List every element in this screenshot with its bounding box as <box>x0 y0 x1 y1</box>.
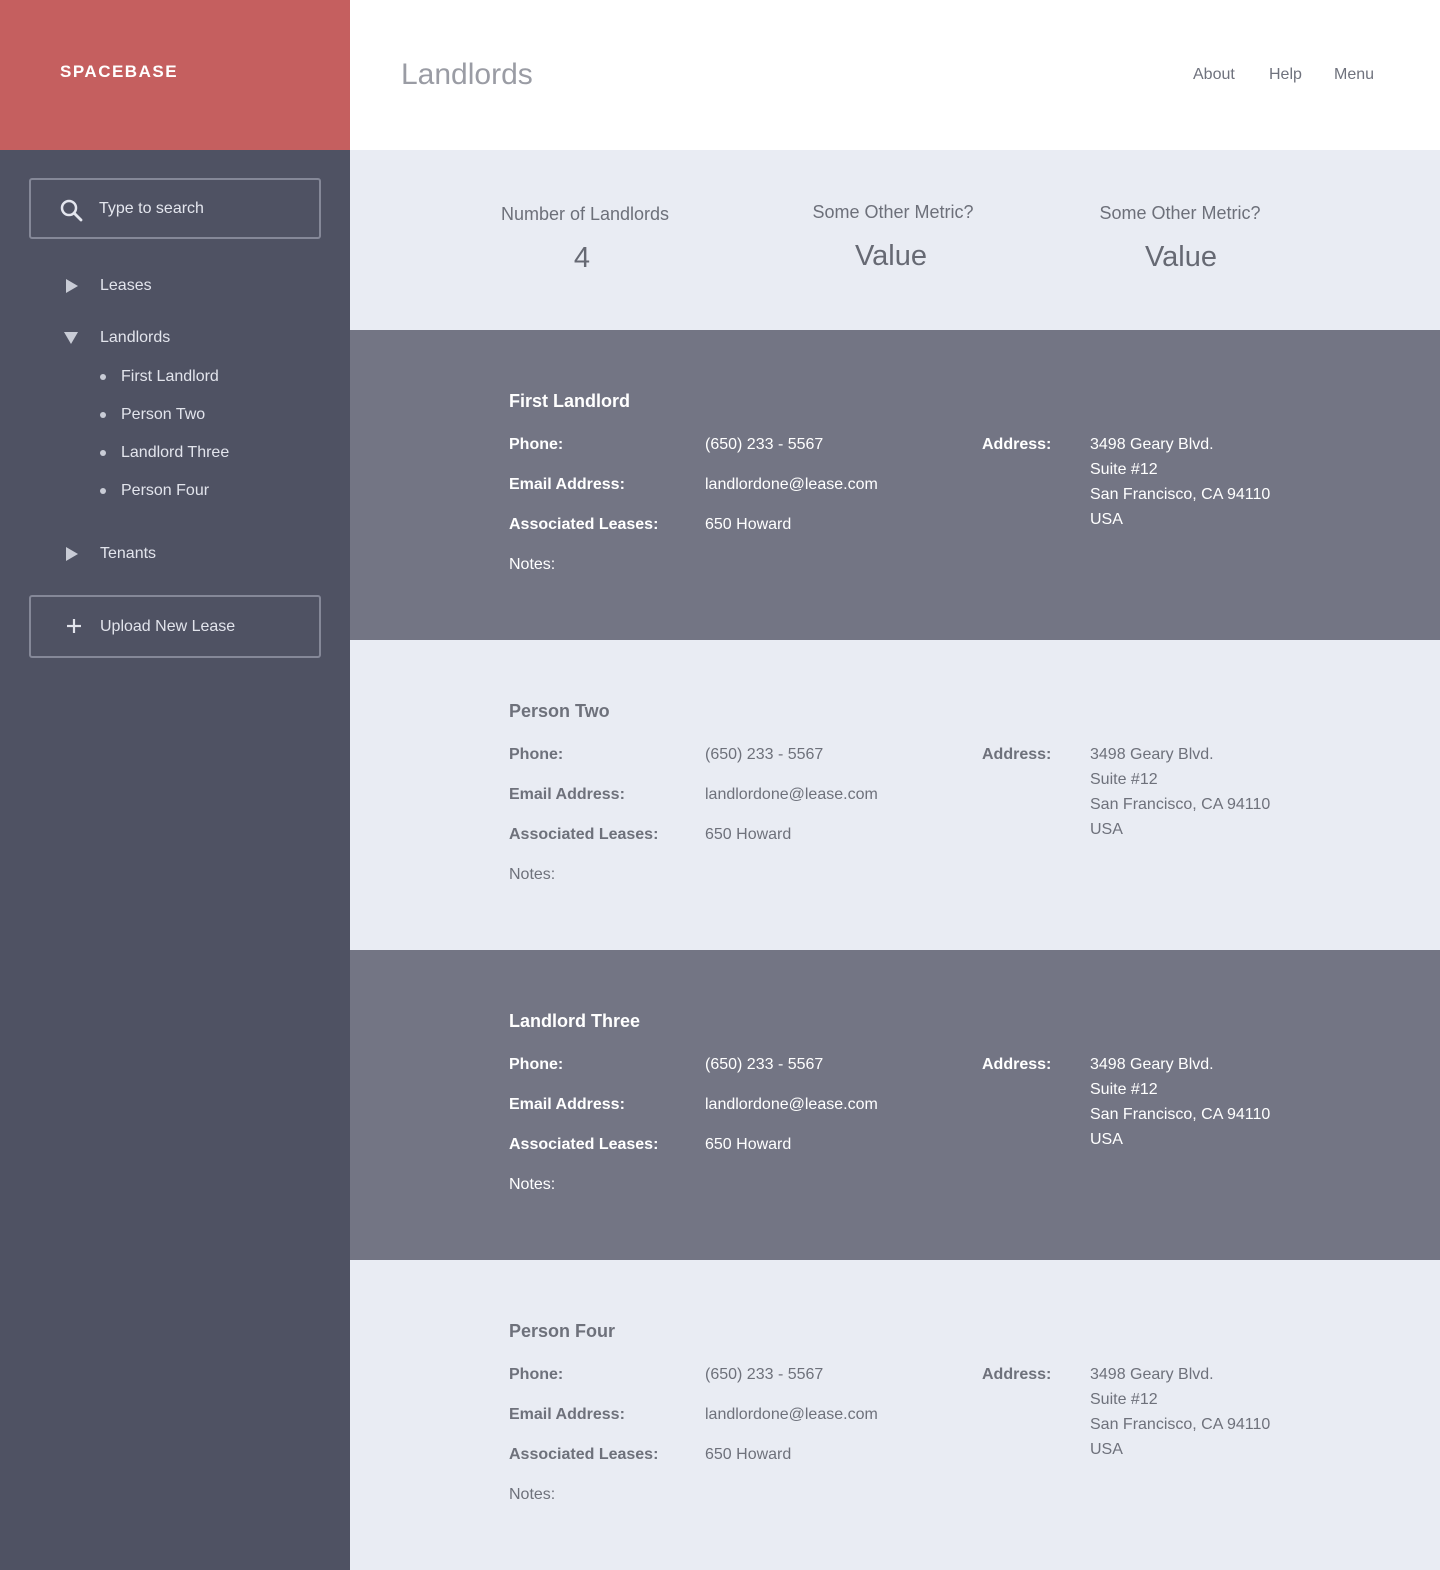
bullet-icon <box>100 488 106 494</box>
email-label: Email Address: <box>509 476 625 493</box>
leases-value[interactable]: 650 Howard <box>705 826 791 844</box>
address-line: 3498 Geary Blvd. <box>1090 746 1214 763</box>
landlord-card: Landlord Three Phone: (650) 233 - 5567 E… <box>350 950 1440 1260</box>
address-label: Address: <box>982 1056 1052 1073</box>
email-value[interactable]: landlordone@lease.com <box>705 1406 878 1424</box>
metric-value: 4 <box>573 242 591 274</box>
phone-label: Phone: <box>509 1366 564 1383</box>
landlord-name[interactable]: Person Two <box>509 701 610 722</box>
address-line: 3498 Geary Blvd. <box>1090 1366 1214 1383</box>
search-box[interactable] <box>29 178 321 239</box>
metric-label: Number of Landlords <box>500 204 670 224</box>
phone-value: (650) 233 - 5567 <box>705 746 824 763</box>
phone-value: (650) 233 - 5567 <box>705 1056 824 1073</box>
landlord-card: First Landlord Phone: (650) 233 - 5567 E… <box>350 330 1440 640</box>
sidebar-subitem-person-four[interactable]: Person Four <box>0 478 350 504</box>
notes-label: Notes: <box>509 866 556 883</box>
sidebar-item-tenants[interactable]: Tenants <box>0 539 350 569</box>
search-input[interactable] <box>99 197 299 221</box>
sidebar-subitem-label: Landlord Three <box>121 444 230 461</box>
address-line: USA <box>1090 1131 1123 1148</box>
notes-label: Notes: <box>509 556 556 573</box>
sidebar-subitem-first-landlord[interactable]: First Landlord <box>0 364 350 390</box>
bullet-icon <box>100 450 106 456</box>
address-line: San Francisco, CA 94110 <box>1090 1416 1271 1433</box>
metrics-summary: Number of Landlords 4 Some Other Metric?… <box>350 150 1440 330</box>
leases-label: Associated Leases: <box>509 516 659 533</box>
brand-header: SPACEBASE <box>0 0 350 150</box>
notes-label: Notes: <box>509 1486 556 1503</box>
leases-label: Associated Leases: <box>509 1446 659 1463</box>
address-line: San Francisco, CA 94110 <box>1090 486 1271 503</box>
notes-label: Notes: <box>509 1176 556 1193</box>
phone-label: Phone: <box>509 746 564 763</box>
phone-value: (650) 233 - 5567 <box>705 1366 824 1383</box>
address-line: San Francisco, CA 94110 <box>1090 796 1271 813</box>
address-line: Suite #12 <box>1090 461 1158 478</box>
email-value[interactable]: landlordone@lease.com <box>705 476 878 494</box>
nav-link-about[interactable]: About <box>1193 66 1235 84</box>
leases-label: Associated Leases: <box>509 826 659 843</box>
address-label: Address: <box>982 746 1052 763</box>
leases-value[interactable]: 650 Howard <box>705 1136 791 1154</box>
phone-label: Phone: <box>509 1056 564 1073</box>
address-label: Address: <box>982 1366 1052 1383</box>
bullet-icon <box>100 412 106 418</box>
email-label: Email Address: <box>509 1096 625 1113</box>
sidebar-item-label: Tenants <box>100 545 157 562</box>
page-title: Landlords <box>401 58 533 91</box>
address-line: USA <box>1090 1441 1123 1458</box>
upload-button-label: Upload New Lease <box>100 618 236 635</box>
plus-icon <box>67 619 81 633</box>
email-value[interactable]: landlordone@lease.com <box>705 786 878 804</box>
email-label: Email Address: <box>509 786 625 803</box>
sidebar-subitem-label: First Landlord <box>121 368 219 385</box>
brand-logo[interactable]: SPACEBASE <box>60 62 178 82</box>
landlord-name[interactable]: Person Four <box>509 1321 615 1342</box>
landlord-card: Person Four Phone: (650) 233 - 5567 Emai… <box>350 1260 1440 1570</box>
sidebar-item-leases[interactable]: Leases <box>0 271 350 301</box>
leases-label: Associated Leases: <box>509 1136 659 1153</box>
metric-label: Some Other Metric? <box>1099 203 1261 223</box>
metric-value: Value <box>854 240 928 272</box>
sidebar-subitem-person-two[interactable]: Person Two <box>0 402 350 428</box>
email-value[interactable]: landlordone@lease.com <box>705 1096 878 1114</box>
address-line: 3498 Geary Blvd. <box>1090 1056 1214 1073</box>
address-line: Suite #12 <box>1090 1081 1158 1098</box>
upload-new-lease-button[interactable]: Upload New Lease <box>29 595 321 658</box>
nav-link-help[interactable]: Help <box>1269 66 1302 84</box>
leases-value[interactable]: 650 Howard <box>705 516 791 534</box>
metric-value: Value <box>1144 241 1218 273</box>
address-line: 3498 Geary Blvd. <box>1090 436 1214 453</box>
sidebar-item-label: Landlords <box>100 329 171 346</box>
sidebar-item-label: Leases <box>100 277 152 294</box>
triangle-right-icon <box>66 547 78 561</box>
bullet-icon <box>100 374 106 380</box>
metric-label: Some Other Metric? <box>812 202 974 222</box>
landlord-card: Person Two Phone: (650) 233 - 5567 Email… <box>350 640 1440 950</box>
nav-link-menu[interactable]: Menu <box>1334 66 1374 84</box>
phone-label: Phone: <box>509 436 564 453</box>
sidebar-subitem-label: Person Two <box>121 406 206 423</box>
search-icon <box>60 199 83 222</box>
sidebar-subitem-landlord-three[interactable]: Landlord Three <box>0 440 350 466</box>
phone-value: (650) 233 - 5567 <box>705 436 824 453</box>
address-line: USA <box>1090 511 1123 528</box>
address-line: USA <box>1090 821 1123 838</box>
sidebar-subitem-label: Person Four <box>121 482 210 499</box>
address-line: San Francisco, CA 94110 <box>1090 1106 1271 1123</box>
triangle-down-icon <box>64 332 78 344</box>
page-header: Landlords About Help Menu <box>350 0 1440 150</box>
triangle-right-icon <box>66 279 78 293</box>
address-label: Address: <box>982 436 1052 453</box>
address-line: Suite #12 <box>1090 1391 1158 1408</box>
email-label: Email Address: <box>509 1406 625 1423</box>
leases-value[interactable]: 650 Howard <box>705 1446 791 1464</box>
landlord-name[interactable]: Landlord Three <box>509 1011 640 1032</box>
landlord-name[interactable]: First Landlord <box>509 391 630 412</box>
sidebar: Leases Landlords First Landlord Person T… <box>0 150 350 1570</box>
sidebar-item-landlords[interactable]: Landlords <box>0 323 350 353</box>
address-line: Suite #12 <box>1090 771 1158 788</box>
